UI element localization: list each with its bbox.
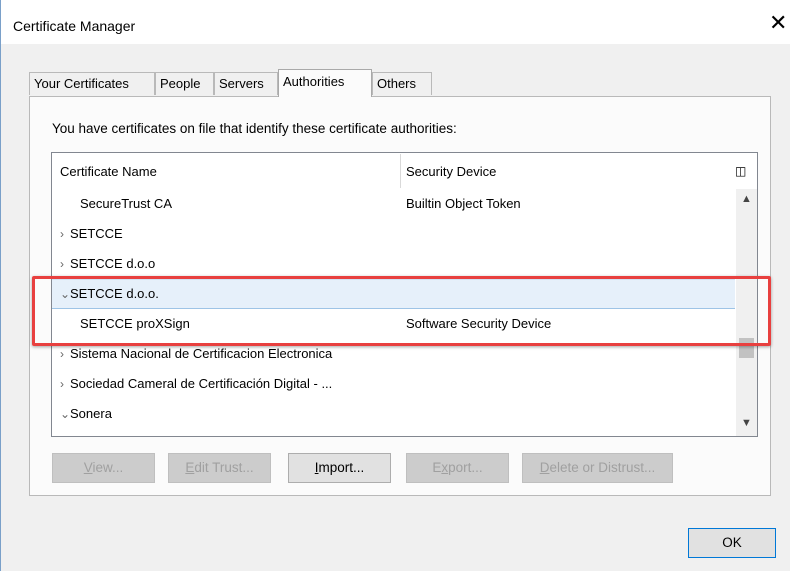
- row-label: Sistema Nacional de Certificacion Electr…: [70, 346, 333, 361]
- row-name: › SETCCE d.o.o: [60, 249, 155, 279]
- close-icon[interactable]: ✕: [769, 12, 787, 34]
- row-label: SETCCE d.o.o: [70, 256, 156, 271]
- scroll-up-icon[interactable]: ▲: [741, 193, 752, 205]
- tab-people[interactable]: People: [155, 72, 214, 95]
- row-name: ⌄Sonera: [60, 399, 112, 429]
- import-button[interactable]: Import...: [288, 453, 391, 483]
- row-label: Sonera: [70, 406, 112, 421]
- tree-row[interactable]: › SETCCE d.o.o: [52, 249, 735, 279]
- certificate-manager-window: Certificate Manager ✕ Your Certificates …: [0, 0, 790, 571]
- chevron-right-icon[interactable]: ›: [60, 249, 70, 279]
- tab-others[interactable]: Others: [372, 72, 432, 95]
- row-device: Builtin Object Token: [406, 196, 521, 211]
- tab-authorities[interactable]: Authorities: [278, 69, 372, 97]
- chevron-down-icon[interactable]: ⌄: [60, 399, 70, 429]
- tree-row[interactable]: ⌄Sonera: [52, 399, 735, 429]
- column-security-device[interactable]: Security Device: [406, 164, 496, 179]
- row-label: SETCCE: [70, 226, 123, 241]
- tab-servers[interactable]: Servers: [214, 72, 278, 95]
- edit-trust-accesskey: E: [185, 460, 195, 475]
- row-name: › SETCCE: [60, 219, 123, 249]
- view-label: iew...: [92, 460, 124, 475]
- tree-header: Certificate Name Security Device ◫: [52, 153, 757, 189]
- delete-or-distrust-button[interactable]: Delete or Distrust...: [522, 453, 673, 483]
- export-button[interactable]: Export...: [406, 453, 509, 483]
- column-separator[interactable]: [400, 154, 401, 188]
- row-name: › Sociedad Cameral de Certificación Digit…: [60, 369, 332, 399]
- window-title: Certificate Manager: [13, 18, 136, 34]
- edit-trust-label: dit Trust...: [194, 460, 254, 475]
- delete-accesskey: D: [539, 460, 550, 475]
- annotation-highlight-box: [32, 276, 771, 346]
- scroll-down-icon[interactable]: ▼: [741, 417, 752, 429]
- ok-button[interactable]: OK: [688, 528, 776, 558]
- export-label: port...: [448, 460, 483, 475]
- row-label: SecureTrust CA: [80, 196, 172, 211]
- view-accesskey: V: [83, 460, 93, 475]
- column-picker-icon[interactable]: ◫: [735, 164, 746, 178]
- tab-your-certificates[interactable]: Your Certificates: [29, 72, 155, 95]
- chevron-right-icon[interactable]: ›: [60, 219, 70, 249]
- chevron-right-icon[interactable]: ›: [60, 369, 70, 399]
- tree-row[interactable]: SecureTrust CA Builtin Object Token: [52, 189, 735, 219]
- tree-row[interactable]: › Sociedad Cameral de Certificación Digit…: [52, 369, 735, 399]
- view-button[interactable]: View...: [52, 453, 155, 483]
- edit-trust-button[interactable]: Edit Trust...: [168, 453, 271, 483]
- column-certificate-name[interactable]: Certificate Name: [60, 164, 157, 179]
- tree-row[interactable]: › SETCCE: [52, 219, 735, 249]
- delete-label: elete or Distrust...: [549, 460, 656, 475]
- row-name: SecureTrust CA: [60, 189, 172, 219]
- row-label: Sociedad Cameral de Certificación Digita…: [70, 376, 333, 391]
- title-bar: Certificate Manager ✕: [1, 0, 790, 44]
- import-label: mport...: [318, 460, 365, 475]
- intro-text: You have certificates on file that ident…: [52, 121, 457, 136]
